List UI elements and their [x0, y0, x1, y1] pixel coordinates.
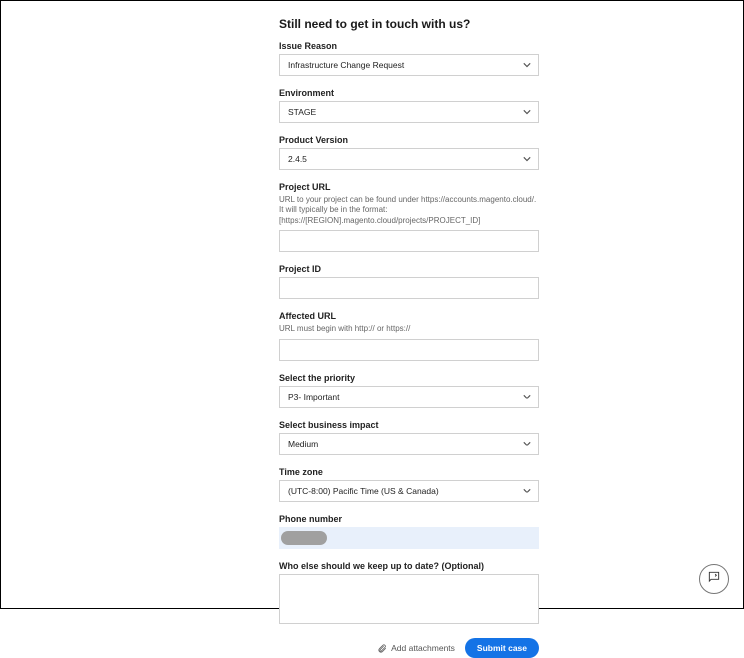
environment-select[interactable] [279, 101, 539, 123]
phone-label: Phone number [279, 514, 539, 524]
field-phone: Phone number [279, 514, 539, 549]
project-url-help: URL to your project can be found under h… [279, 195, 539, 226]
keep-up-to-date-textarea[interactable] [279, 574, 539, 624]
priority-select[interactable] [279, 386, 539, 408]
feedback-icon [707, 570, 721, 589]
issue-reason-select[interactable] [279, 54, 539, 76]
project-id-label: Project ID [279, 264, 539, 274]
affected-url-label: Affected URL [279, 311, 539, 321]
field-issue-reason: Issue Reason [279, 41, 539, 76]
field-product-version: Product Version [279, 135, 539, 170]
affected-url-help: URL must begin with http:// or https:// [279, 324, 539, 334]
business-impact-select[interactable] [279, 433, 539, 455]
field-priority: Select the priority [279, 373, 539, 408]
project-id-input[interactable] [279, 277, 539, 299]
priority-label: Select the priority [279, 373, 539, 383]
keep-up-to-date-label: Who else should we keep up to date? (Opt… [279, 561, 539, 571]
paperclip-icon [377, 643, 387, 653]
time-zone-label: Time zone [279, 467, 539, 477]
environment-label: Environment [279, 88, 539, 98]
feedback-fab[interactable] [699, 564, 729, 594]
product-version-label: Product Version [279, 135, 539, 145]
issue-reason-label: Issue Reason [279, 41, 539, 51]
affected-url-input[interactable] [279, 339, 539, 361]
redacted-phone [281, 531, 327, 545]
phone-input[interactable] [279, 527, 539, 549]
submit-case-button[interactable]: Submit case [465, 638, 539, 658]
field-time-zone: Time zone [279, 467, 539, 502]
time-zone-select[interactable] [279, 480, 539, 502]
support-form: Still need to get in touch with us? Issu… [279, 17, 539, 658]
project-url-label: Project URL [279, 182, 539, 192]
field-project-url: Project URL URL to your project can be f… [279, 182, 539, 252]
add-attachments-button[interactable]: Add attachments [377, 643, 455, 653]
field-project-id: Project ID [279, 264, 539, 299]
product-version-select[interactable] [279, 148, 539, 170]
field-business-impact: Select business impact [279, 420, 539, 455]
business-impact-label: Select business impact [279, 420, 539, 430]
field-keep-up-to-date: Who else should we keep up to date? (Opt… [279, 561, 539, 626]
field-affected-url: Affected URL URL must begin with http://… [279, 311, 539, 360]
add-attachments-label: Add attachments [391, 643, 455, 653]
page-title: Still need to get in touch with us? [279, 17, 539, 31]
form-actions: Add attachments Submit case [279, 638, 539, 658]
field-environment: Environment [279, 88, 539, 123]
project-url-input[interactable] [279, 230, 539, 252]
